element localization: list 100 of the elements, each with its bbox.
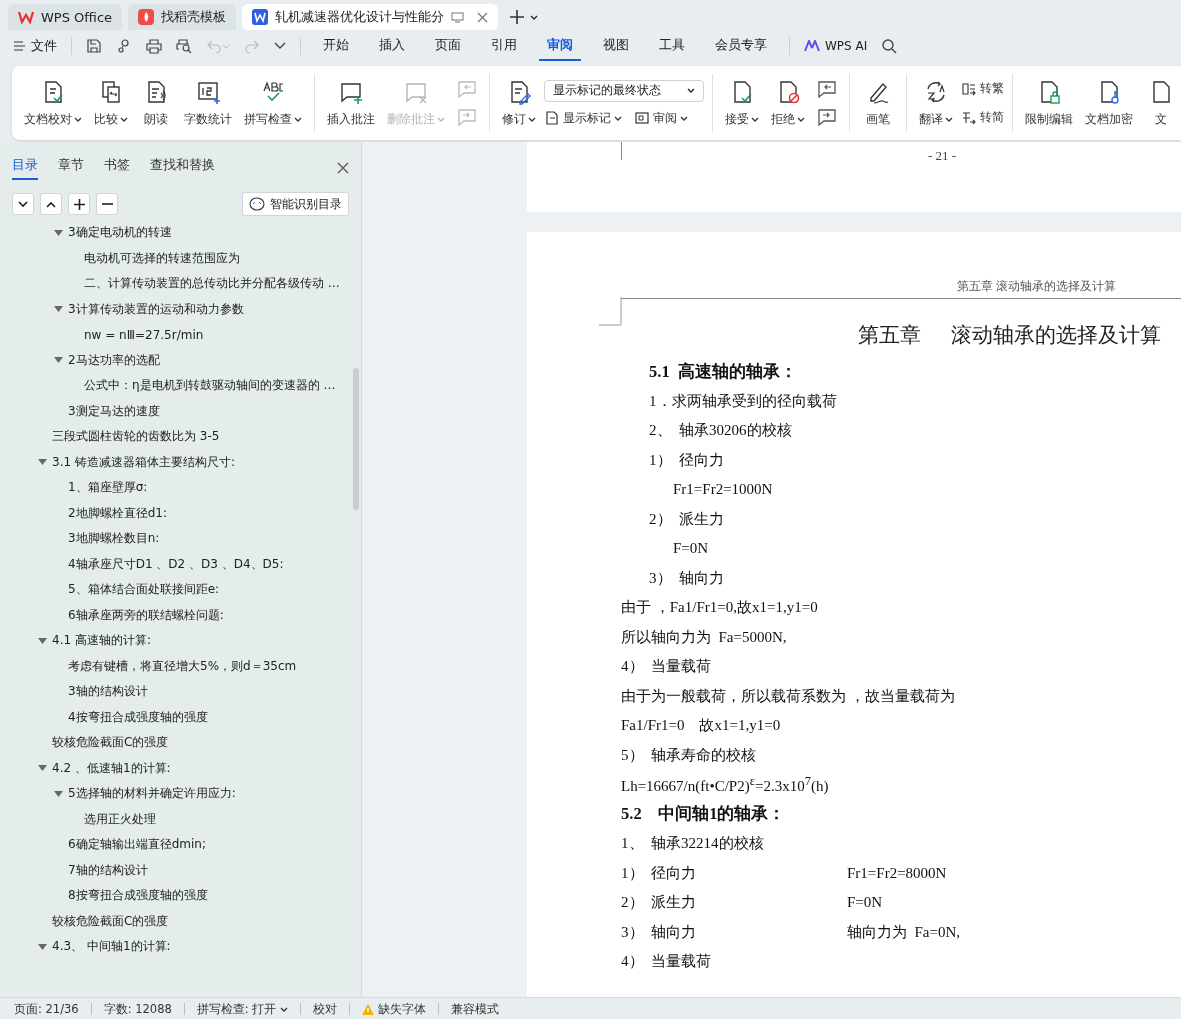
- ribbon-button[interactable]: 限制编辑: [1021, 76, 1077, 130]
- toc-entry[interactable]: 5、箱体结合面处联接间距e:: [68, 581, 220, 599]
- menu-tab[interactable]: 会员专享: [707, 31, 775, 61]
- close-icon[interactable]: [337, 162, 349, 174]
- toc-entry[interactable]: 8按弯扭合成强度轴的强度: [68, 887, 208, 905]
- toc-entry[interactable]: 4按弯扭合成强度轴的强度: [68, 708, 208, 726]
- toc-entry[interactable]: nw = nⅢ=27.5r/min: [84, 327, 204, 342]
- pane-tab[interactable]: 书签: [104, 156, 130, 180]
- toc-entry[interactable]: 3.1 铸造减速器箱体主要结构尺寸:: [52, 453, 235, 471]
- share-icon[interactable]: [116, 38, 132, 54]
- paragraph-text: 4） 当量载荷: [621, 952, 711, 972]
- remove-button[interactable]: [96, 193, 118, 215]
- ribbon-button[interactable]: 转简: [961, 109, 1004, 126]
- ribbon-button[interactable]: 比较: [90, 76, 132, 130]
- app-tab[interactable]: 找稻壳模板: [128, 4, 237, 30]
- app-tab[interactable]: WPS Office: [8, 4, 123, 30]
- menu-tab[interactable]: 视图: [595, 31, 637, 61]
- toc-entry[interactable]: 7轴的结构设计: [68, 861, 148, 879]
- ribbon-button[interactable]: 文档校对: [20, 76, 86, 130]
- ribbon-button[interactable]: 朗读: [136, 76, 176, 130]
- scrollbar-thumb[interactable]: [353, 368, 359, 510]
- template-app-icon: [138, 9, 155, 25]
- toc-entry[interactable]: 电动机可选择的转速范围应为: [84, 249, 240, 267]
- file-menu[interactable]: 文件: [14, 37, 57, 55]
- ribbon-button[interactable]: 字数统计: [180, 76, 236, 130]
- toc-entry[interactable]: 3轴的结构设计: [68, 683, 148, 701]
- expanded-triangle-icon[interactable]: [38, 458, 47, 467]
- toc-entry[interactable]: 4.2 、低速轴1的计算:: [52, 759, 171, 777]
- toc-entry[interactable]: 5选择轴的材料并确定许用应力:: [68, 785, 236, 803]
- ribbon-button[interactable]: 接受: [721, 76, 763, 130]
- expand-button[interactable]: [12, 193, 34, 215]
- toc-entry[interactable]: 3测定马达的速度: [68, 402, 160, 420]
- status-item[interactable]: 拼写检查: 打开: [196, 1001, 289, 1017]
- ribbon-button[interactable]: 画笔: [858, 76, 898, 130]
- menu-tab[interactable]: 开始: [315, 31, 357, 61]
- paragraph-text: 1） 径向力: [649, 450, 724, 470]
- toc-entry[interactable]: 4轴承座尺寸D1 、D2 、D3 、D4、D5:: [68, 555, 284, 573]
- expanded-triangle-icon[interactable]: [38, 636, 47, 645]
- menu-tab[interactable]: 工具: [651, 31, 693, 61]
- chevron-down-icon[interactable]: [274, 42, 286, 50]
- ai-button[interactable]: WPS AI: [804, 39, 868, 53]
- menu-tab[interactable]: 插入: [371, 31, 413, 61]
- smart-toc-button[interactable]: 智能识别目录: [242, 192, 349, 216]
- toc-entry[interactable]: 3确定电动机的转速: [68, 224, 172, 242]
- ribbon-button[interactable]: 拒绝: [767, 76, 809, 130]
- markup-dropdown[interactable]: 显示标记的最终状态: [544, 79, 704, 102]
- toc-entry[interactable]: 选用正火处理: [84, 810, 156, 828]
- toc-entry[interactable]: 较核危险截面C的强度: [52, 912, 169, 930]
- pane-tab[interactable]: 目录: [12, 156, 38, 180]
- ribbon-button[interactable]: 插入批注: [323, 76, 379, 130]
- toc-entry[interactable]: 考虑有键槽，将直径增大5%，则d＝35cm: [68, 657, 297, 675]
- toc-entry[interactable]: 6确定轴输出端直径dmin;: [68, 836, 206, 854]
- expanded-triangle-icon[interactable]: [54, 789, 63, 798]
- menu-tab[interactable]: 引用: [483, 31, 525, 61]
- pane-tab[interactable]: 查找和替换: [150, 156, 215, 180]
- menu-tab[interactable]: 页面: [427, 31, 469, 61]
- pane-tab[interactable]: 章节: [58, 156, 84, 180]
- toc-entry[interactable]: 4.1 高速轴的计算:: [52, 632, 151, 650]
- toc-entry[interactable]: 2马达功率的选配: [68, 351, 160, 369]
- search-icon[interactable]: [881, 38, 898, 54]
- plus-icon[interactable]: [510, 10, 525, 24]
- ribbon-button[interactable]: 文档加密: [1081, 76, 1137, 130]
- toc-entry[interactable]: 4.3、 中间轴1的计算:: [52, 938, 171, 956]
- minus-icon: [101, 203, 113, 205]
- close-icon[interactable]: [477, 11, 489, 23]
- paragraph-text: 5） 轴承寿命的校核: [621, 745, 756, 765]
- app-tab[interactable]: 轧机减速器优化设计与性能分: [242, 4, 499, 30]
- toc-entry[interactable]: 3地脚螺栓数目n:: [68, 530, 160, 548]
- expanded-triangle-icon[interactable]: [38, 764, 47, 773]
- next-comment-icon[interactable]: [817, 108, 837, 126]
- toc-entry[interactable]: 1、箱座壁厚σ:: [68, 479, 148, 497]
- toc-entry[interactable]: 2地脚螺栓直径d1:: [68, 504, 167, 522]
- toc-entry[interactable]: 三段式圆柱齿轮的齿数比为 3-5: [52, 428, 220, 446]
- previous-comment-icon[interactable]: [817, 80, 837, 98]
- print-icon[interactable]: [146, 38, 162, 54]
- ribbon-button[interactable]: 审阅: [634, 109, 688, 127]
- expanded-triangle-icon[interactable]: [54, 305, 63, 314]
- ribbon-button[interactable]: 转繁: [961, 80, 1004, 97]
- save-icon[interactable]: [86, 38, 102, 54]
- ribbon-button[interactable]: 拼写检查: [240, 76, 306, 130]
- toc-entry[interactable]: 二、计算传动装置的总传动比并分配各级传动 …: [84, 275, 340, 293]
- expanded-triangle-icon[interactable]: [38, 942, 47, 951]
- print-preview-icon[interactable]: [176, 38, 192, 54]
- add-button[interactable]: [68, 193, 90, 215]
- ribbon-button[interactable]: 文: [1141, 76, 1181, 130]
- menu-tab[interactable]: 审阅: [539, 31, 581, 61]
- status-item: 兼容模式: [451, 1001, 500, 1017]
- collapse-button[interactable]: [40, 193, 62, 215]
- toc-entry[interactable]: 较核危险截面C的强度: [52, 734, 169, 752]
- expanded-triangle-icon[interactable]: [54, 356, 63, 365]
- ribbon-button[interactable]: 修订: [498, 76, 540, 130]
- status-item[interactable]: 缺失字体: [362, 1001, 427, 1017]
- toc-entry[interactable]: 公式中：η是电机到转鼓驱动轴间的变速器的 …: [84, 377, 336, 395]
- toc-entry[interactable]: 6轴承座两旁的联结螺栓问题:: [68, 606, 224, 624]
- ribbon-button[interactable]: 显示标记: [544, 109, 622, 127]
- expanded-triangle-icon[interactable]: [54, 228, 63, 237]
- chapter-number: 第五章: [857, 322, 921, 349]
- ribbon-button[interactable]: 翻译: [915, 76, 957, 130]
- panel-icon: [634, 110, 650, 126]
- toc-entry[interactable]: 3计算传动装置的运动和动力参数: [68, 300, 244, 318]
